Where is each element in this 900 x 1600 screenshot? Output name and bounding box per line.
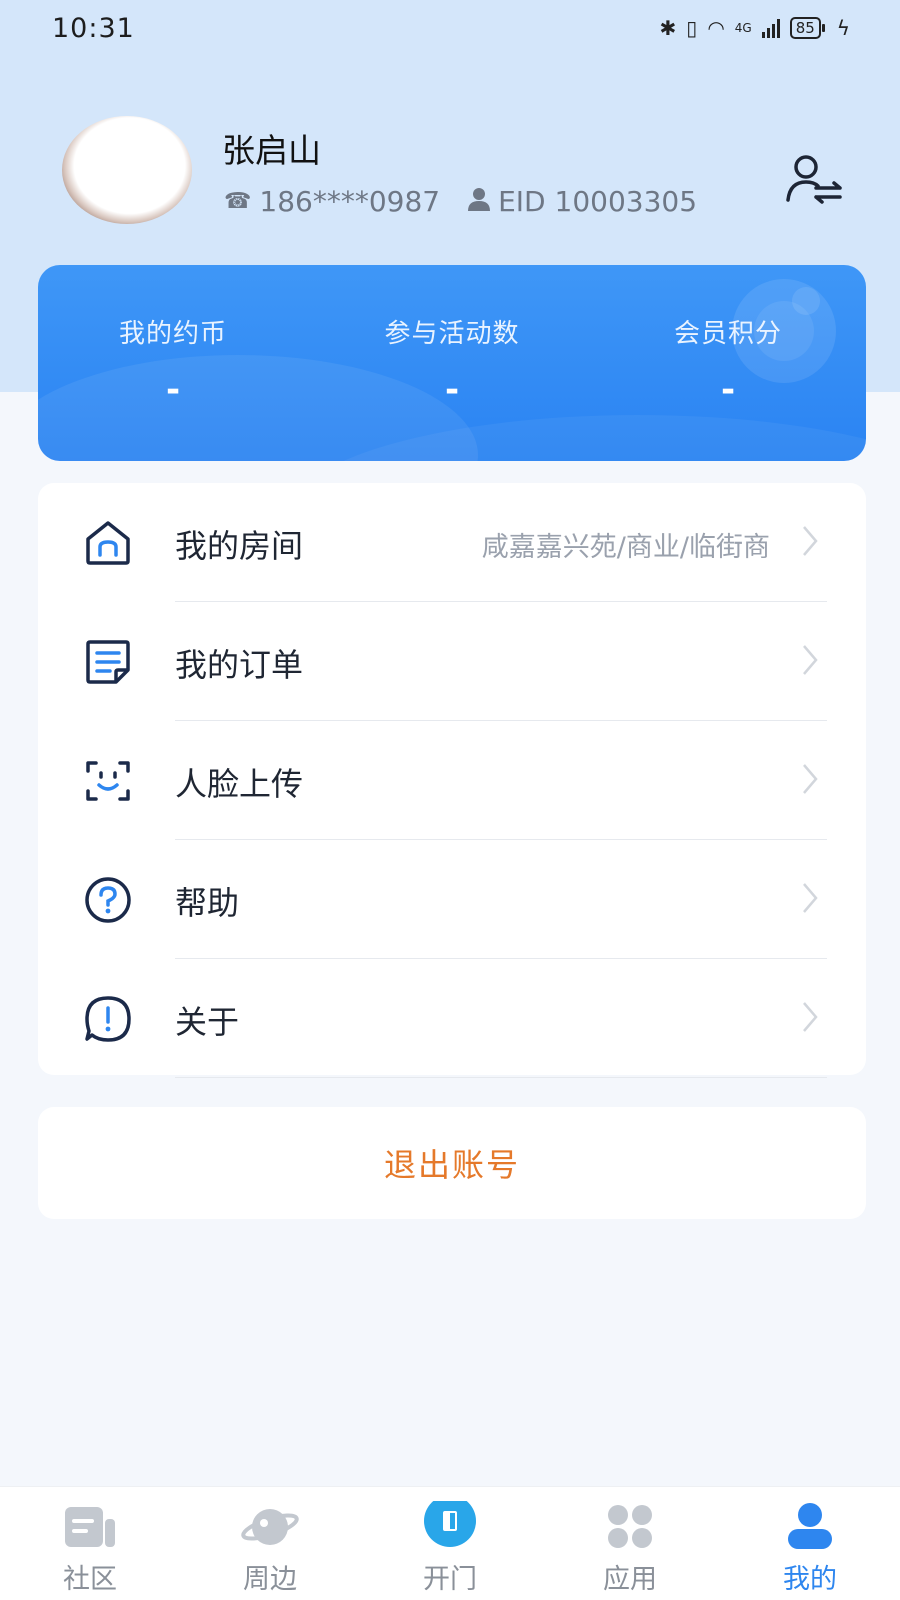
tab-label: 应用 [603,1564,657,1595]
chevron-right-icon [803,1002,818,1032]
tab-community[interactable]: 社区 [0,1487,180,1600]
signal-icon [761,18,780,38]
face-scan-icon [86,761,130,801]
logout-button[interactable]: 退出账号 [384,1140,520,1186]
stat-coins-label: 我的约币 [118,319,227,349]
charging-icon: ϟ [836,16,850,40]
phone-icon: ☎ [224,189,252,214]
stat-activities-value: - [444,370,460,410]
stat-points[interactable]: 会员积分 - [608,313,848,410]
user-eid: EID 10003305 [498,185,698,218]
stat-activities-label: 参与活动数 [384,319,520,349]
about-icon [85,996,131,1042]
tab-label: 我的 [783,1564,837,1595]
stat-points-value: - [720,370,736,410]
menu-item-face-upload[interactable]: 人脸上传 [38,721,866,840]
avatar[interactable] [62,116,192,224]
menu-item-value: 咸嘉嘉兴苑/商业/临街商 [481,532,770,563]
user-phone: 186****0987 [259,185,441,218]
stat-activities[interactable]: 参与活动数 - [332,313,572,410]
tab-profile[interactable]: 我的 [720,1487,900,1600]
home-icon [86,521,130,565]
status-bar: 10:31 ✱ ▯ ◠ 4G 85 ϟ [0,0,900,56]
menu-item-help[interactable]: 帮助 [38,840,866,959]
menu-item-about[interactable]: 关于 [38,959,866,1078]
apps-icon [608,1505,652,1548]
menu-card: 我的房间 咸嘉嘉兴苑/商业/临街商 我的订单 人脸上传 帮助 关于 [38,483,866,1078]
menu-item-label: 人脸上传 [175,765,304,803]
menu-item-my-orders[interactable]: 我的订单 [38,602,866,721]
logout-card: 退出账号 [38,1107,866,1219]
chevron-right-icon [803,883,818,913]
user-name: 张启山 [222,131,321,170]
vibrate-icon: ▯ [686,16,698,40]
chevron-right-icon [803,526,818,556]
menu-item-label: 关于 [175,1003,240,1041]
wifi-icon: ◠ [707,16,725,40]
user-icon [468,187,491,217]
tab-apps[interactable]: 应用 [540,1487,720,1600]
stat-coins[interactable]: 我的约币 - [53,313,293,410]
tab-open-door[interactable]: 开门 [360,1487,540,1600]
menu-item-label: 帮助 [175,884,240,922]
switch-account-icon[interactable] [786,154,844,204]
user-meta: ☎ 186****0987 EID 10003305 [224,185,697,218]
status-icons: ✱ ▯ ◠ 4G 85 ϟ [660,16,850,40]
battery-icon: 85 [789,17,825,39]
bottom-tab-bar: 社区 周边 开门 应用 我的 [0,1486,900,1600]
nearby-icon [241,1509,299,1545]
tab-label: 社区 [63,1564,117,1595]
door-open-icon [424,1501,476,1547]
help-icon [85,877,131,923]
divider [175,1077,827,1078]
bluetooth-icon: ✱ [659,16,677,40]
tab-nearby[interactable]: 周边 [180,1487,360,1600]
chevron-right-icon [803,645,818,675]
status-time: 10:31 [52,12,135,44]
tab-label: 周边 [243,1564,297,1595]
order-icon [86,640,130,684]
profile-icon [788,1503,832,1549]
chevron-right-icon [803,764,818,794]
menu-item-label: 我的订单 [175,646,304,684]
community-icon [65,1507,115,1547]
tab-label: 开门 [423,1564,477,1595]
network-type: 4G [734,21,752,35]
menu-item-my-room[interactable]: 我的房间 咸嘉嘉兴苑/商业/临街商 [38,483,866,602]
stats-card: 我的约币 - 参与活动数 - 会员积分 - [38,265,866,461]
menu-item-label: 我的房间 [175,527,304,565]
stat-coins-value: - [165,370,181,410]
stat-points-label: 会员积分 [673,319,782,349]
